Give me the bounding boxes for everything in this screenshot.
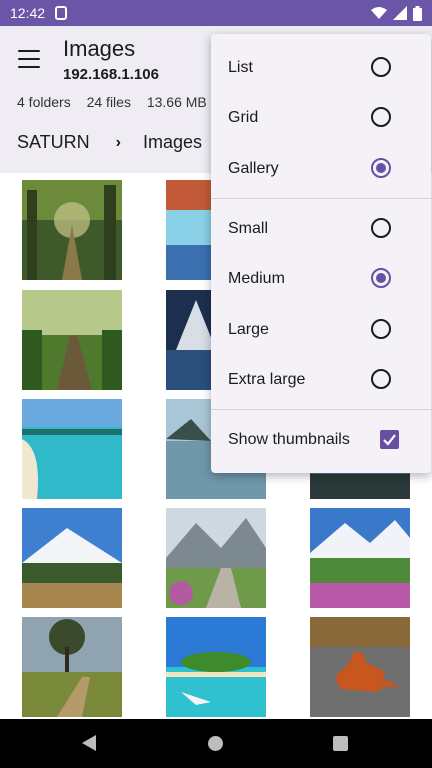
battery-icon [413, 5, 422, 21]
folder-count: 4 folders [17, 94, 71, 110]
thumbnail-snowy-mountains-flowers[interactable] [310, 508, 410, 608]
back-icon[interactable] [82, 735, 96, 751]
menu-divider [211, 198, 431, 199]
menu-item-list[interactable]: List [211, 43, 431, 93]
file-count: 24 files [86, 94, 131, 110]
radio-large[interactable] [371, 319, 391, 339]
menu-item-label: Small [228, 220, 269, 237]
menu-icon[interactable] [16, 48, 42, 70]
breadcrumb-root[interactable]: SATURN [17, 132, 90, 153]
thumbnail-tree-dirt-path[interactable] [22, 617, 122, 717]
menu-item-medium[interactable]: Medium [211, 254, 431, 304]
radio-extra-large[interactable] [371, 369, 391, 389]
chevron-right-icon: › [115, 133, 121, 151]
thumbnail-forest-bridge-path[interactable] [22, 290, 122, 390]
home-icon[interactable] [208, 736, 223, 751]
thumbnail-mount-fuji-field[interactable] [22, 508, 122, 608]
menu-item-gallery[interactable]: Gallery [211, 144, 431, 194]
menu-item-label: Gallery [228, 160, 279, 177]
menu-divider [211, 409, 431, 410]
menu-item-small[interactable]: Small [211, 204, 431, 254]
radio-gallery[interactable] [371, 158, 391, 178]
recents-icon[interactable] [333, 736, 348, 751]
status-time: 12:42 [10, 5, 46, 21]
total-size: 13.66 MB [146, 94, 207, 110]
signal-icon [393, 6, 407, 20]
radio-medium[interactable] [371, 268, 391, 288]
breadcrumb: SATURN › Images [17, 132, 202, 153]
menu-item-large[interactable]: Large [211, 305, 431, 355]
wifi-icon [371, 7, 387, 19]
checkmark-icon [383, 434, 396, 446]
status-icons [371, 5, 422, 21]
sim-icon [55, 6, 68, 20]
thumbnail-red-fox[interactable] [310, 617, 410, 717]
thumbnail-tropical-island[interactable] [166, 617, 266, 717]
menu-item-grid[interactable]: Grid [211, 93, 431, 143]
thumbnail-forest-path[interactable] [22, 180, 122, 280]
radio-small[interactable] [371, 218, 391, 238]
system-nav-bar [0, 719, 432, 768]
menu-item-label: Show thumbnails [228, 431, 350, 448]
menu-item-label: Extra large [228, 371, 306, 388]
menu-item-label: List [228, 59, 253, 76]
menu-item-show-thumbnails[interactable]: Show thumbnails [211, 415, 431, 465]
breadcrumb-current[interactable]: Images [143, 132, 202, 153]
menu-item-label: Medium [228, 270, 285, 287]
menu-item-label: Large [228, 321, 269, 338]
status-bar: 12:42 [0, 0, 432, 26]
menu-item-label: Grid [228, 109, 259, 126]
folder-stats: 4 folders 24 files 13.66 MB [17, 94, 219, 110]
checkbox-show-thumbnails[interactable] [380, 430, 399, 449]
server-address: 192.168.1.106 [63, 66, 159, 83]
radio-list[interactable] [371, 57, 391, 77]
menu-item-extra-large[interactable]: Extra large [211, 355, 431, 405]
radio-grid[interactable] [371, 107, 391, 127]
page-title: Images [63, 36, 136, 61]
thumbnail-tropical-beach[interactable] [22, 399, 122, 499]
view-options-menu: List Grid Gallery Small Medium Large Ext… [211, 34, 431, 473]
thumbnail-snowy-mountain-stone-path[interactable] [166, 508, 266, 608]
